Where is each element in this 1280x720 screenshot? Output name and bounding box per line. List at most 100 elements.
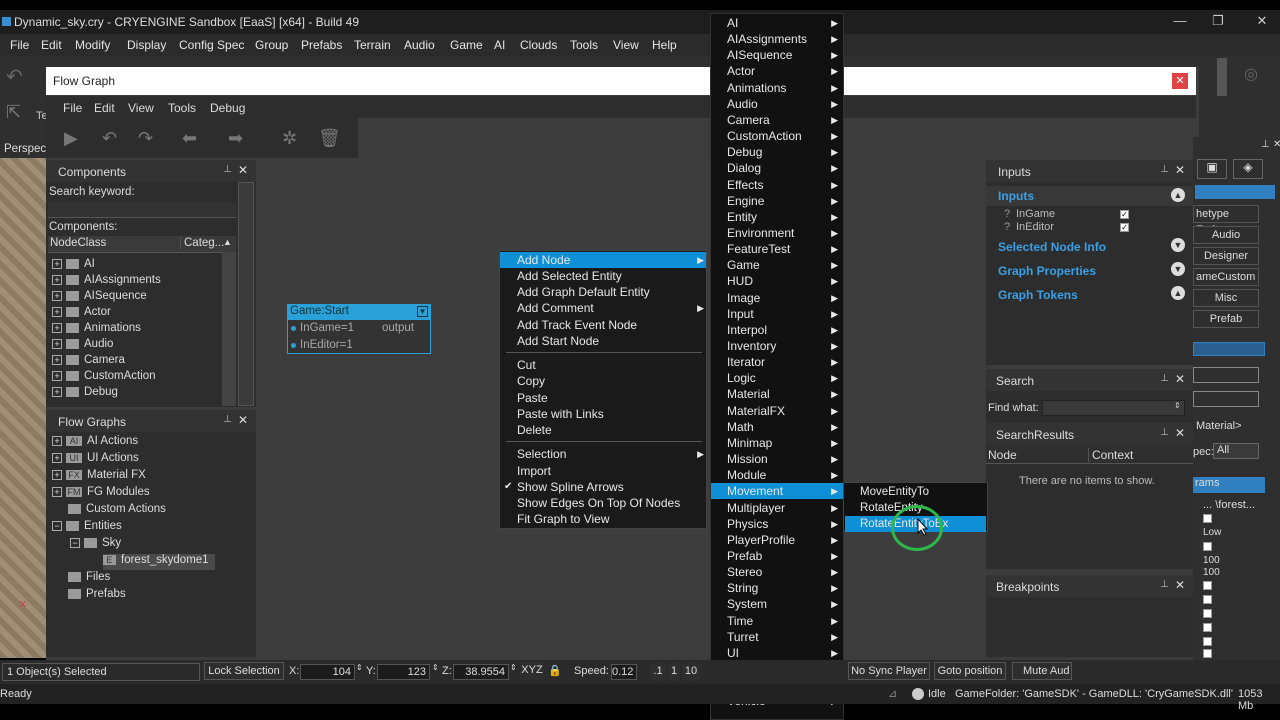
z-coordinate-input[interactable]: 38.9554	[453, 664, 509, 680]
tree-item[interactable]: Eforest_skydome1	[103, 554, 215, 570]
close-icon[interactable]: ✕	[238, 163, 248, 177]
close-icon[interactable]: ✕	[1175, 372, 1185, 386]
param-checkbox[interactable]	[1203, 623, 1212, 632]
submenu-item-materialfx[interactable]: MaterialFX ▶	[711, 403, 843, 419]
submenu-item-featuretest[interactable]: FeatureTest ▶	[711, 241, 843, 257]
undo-icon[interactable]: ↶	[6, 64, 23, 89]
expand-icon[interactable]: +	[52, 486, 62, 497]
tree-item[interactable]: Prefabs	[68, 588, 126, 604]
submenu-item-multiplayer[interactable]: Multiplayer ▶	[711, 500, 843, 516]
tree-item[interactable]: Custom Actions	[68, 503, 166, 519]
submenu-item-hud[interactable]: HUD ▶	[711, 273, 843, 289]
section-inputs[interactable]: Inputs	[998, 189, 1034, 203]
tree-item[interactable]: + UI UI Actions	[52, 452, 139, 468]
fg-menu-tools[interactable]: Tools	[168, 101, 196, 115]
menu-add-start-node[interactable]: Add Start Node	[500, 333, 706, 349]
node-port-ingame[interactable]: InGame=1	[300, 322, 354, 334]
param-checkbox[interactable]	[1203, 514, 1212, 523]
menu-game[interactable]: Game	[450, 38, 483, 52]
menu-file[interactable]: File	[10, 38, 29, 52]
submenu-item-stereo[interactable]: Stereo ▶	[711, 564, 843, 580]
param-checkbox[interactable]	[1203, 595, 1212, 604]
right-input-field[interactable]	[1193, 367, 1259, 383]
col-context[interactable]: Context	[1088, 448, 1133, 462]
y-coordinate-input[interactable]: 123	[377, 664, 430, 680]
section-graph-tokens[interactable]: Graph Tokens	[998, 288, 1078, 302]
goto-position-button[interactable]: Goto position	[934, 662, 1006, 680]
submenu-item-ui[interactable]: UI ▶	[711, 645, 843, 661]
debug-icon[interactable]: ✲	[282, 128, 297, 149]
menu-ai[interactable]: AI	[494, 38, 505, 52]
toolbar-scroll[interactable]	[1217, 58, 1227, 96]
flowgraph-close-icon[interactable]: ✕	[1172, 73, 1188, 89]
submenu-item-playerprofile[interactable]: PlayerProfile ▶	[711, 532, 843, 548]
spin-icon[interactable]: ⇕	[432, 663, 439, 672]
fg-menu-file[interactable]: File	[63, 101, 82, 115]
submenu-item-environment[interactable]: Environment ▶	[711, 225, 843, 241]
right-input-field[interactable]	[1193, 391, 1259, 407]
menu-terrain[interactable]: Terrain	[354, 38, 391, 52]
find-what-input[interactable]	[1042, 400, 1185, 416]
submenu-item-customaction[interactable]: CustomAction ▶	[711, 128, 843, 144]
expand-icon[interactable]: +	[52, 452, 62, 463]
spin-icon[interactable]: ⇕	[356, 663, 363, 672]
submenu-item-system[interactable]: System ▶	[711, 596, 843, 612]
delete-icon[interactable]: 🗑	[318, 128, 341, 149]
tree-item[interactable]: + Debug	[52, 386, 118, 402]
submenu-item-aisequence[interactable]: AISequence ▶	[711, 47, 843, 63]
submenu-item-string[interactable]: String ▶	[711, 580, 843, 596]
menu-paste[interactable]: Paste	[500, 390, 706, 406]
pin-icon[interactable]: ⊥	[1160, 373, 1169, 384]
section-graph-properties[interactable]: Graph Properties	[998, 264, 1096, 278]
tree-item[interactable]: + Animations	[52, 322, 141, 338]
collapse-icon[interactable]: −	[70, 537, 80, 548]
collapse-icon[interactable]: −	[52, 520, 62, 531]
section-selected-node-info[interactable]: Selected Node Info	[998, 240, 1106, 254]
menu-group[interactable]: Group	[255, 38, 288, 52]
param-checkbox[interactable]	[1203, 609, 1212, 618]
menu-modify[interactable]: Modify	[75, 38, 110, 52]
menu-help[interactable]: Help	[652, 38, 677, 52]
expand-icon[interactable]: ▼	[1171, 262, 1185, 276]
close-icon[interactable]: ✕	[238, 413, 248, 427]
tree-item[interactable]: − Entities	[52, 520, 122, 536]
submenu-item-aiassignments[interactable]: AIAssignments ▶	[711, 31, 843, 47]
fg-menu-debug[interactable]: Debug	[210, 101, 245, 115]
menu-copy[interactable]: Copy	[500, 373, 706, 389]
close-icon[interactable]: ✕	[1175, 163, 1185, 177]
submenu-item-time[interactable]: Time ▶	[711, 613, 843, 629]
forward-icon[interactable]: ➡	[228, 128, 243, 149]
submenu-item-entity[interactable]: Entity ▶	[711, 209, 843, 225]
param-checkbox[interactable]	[1203, 542, 1212, 551]
submenu-item-turret[interactable]: Turret ▶	[711, 629, 843, 645]
expand-icon[interactable]: +	[52, 258, 62, 269]
tree-item[interactable]: Files	[68, 571, 110, 587]
port-dot[interactable]	[291, 326, 296, 331]
tree-item[interactable]: + Actor	[52, 306, 111, 322]
menu-prefabs[interactable]: Prefabs	[301, 38, 342, 52]
menu-audio[interactable]: Audio	[404, 38, 435, 52]
redo-icon[interactable]: ↷	[138, 128, 153, 149]
tree-item[interactable]: + CustomAction	[52, 370, 156, 386]
close-icon[interactable]: ✕	[1252, 13, 1272, 29]
expand-icon[interactable]: +	[52, 469, 62, 480]
submenu-item-prefab[interactable]: Prefab ▶	[711, 548, 843, 564]
speed-input[interactable]: 0.12	[611, 664, 637, 680]
menu-cut[interactable]: Cut	[500, 357, 706, 373]
submenu-item-dialog[interactable]: Dialog ▶	[711, 160, 843, 176]
col-node[interactable]: Node	[988, 448, 1017, 462]
submenu-item-mission[interactable]: Mission ▶	[711, 451, 843, 467]
submenu-item-actor[interactable]: Actor ▶	[711, 63, 843, 79]
material-label[interactable]: Material>	[1196, 420, 1242, 432]
archetype-entity-button[interactable]: hetype Entity	[1193, 205, 1259, 236]
layers-icon[interactable]: ◈	[1233, 159, 1263, 179]
expand-icon[interactable]: +	[52, 306, 62, 317]
submenu-item-engine[interactable]: Engine ▶	[711, 193, 843, 209]
param-low-value[interactable]: Low	[1203, 527, 1221, 538]
mute-audio-button[interactable]: Mute Aud	[1012, 662, 1072, 680]
undo-icon[interactable]: ↶	[102, 128, 117, 149]
param-value-100b[interactable]: 100	[1203, 567, 1220, 578]
inputs-section[interactable]: Inputs ▲	[986, 186, 1193, 206]
misc-button[interactable]: Misc	[1193, 289, 1259, 307]
submenu-item-ai[interactable]: AI ▶	[711, 15, 843, 31]
